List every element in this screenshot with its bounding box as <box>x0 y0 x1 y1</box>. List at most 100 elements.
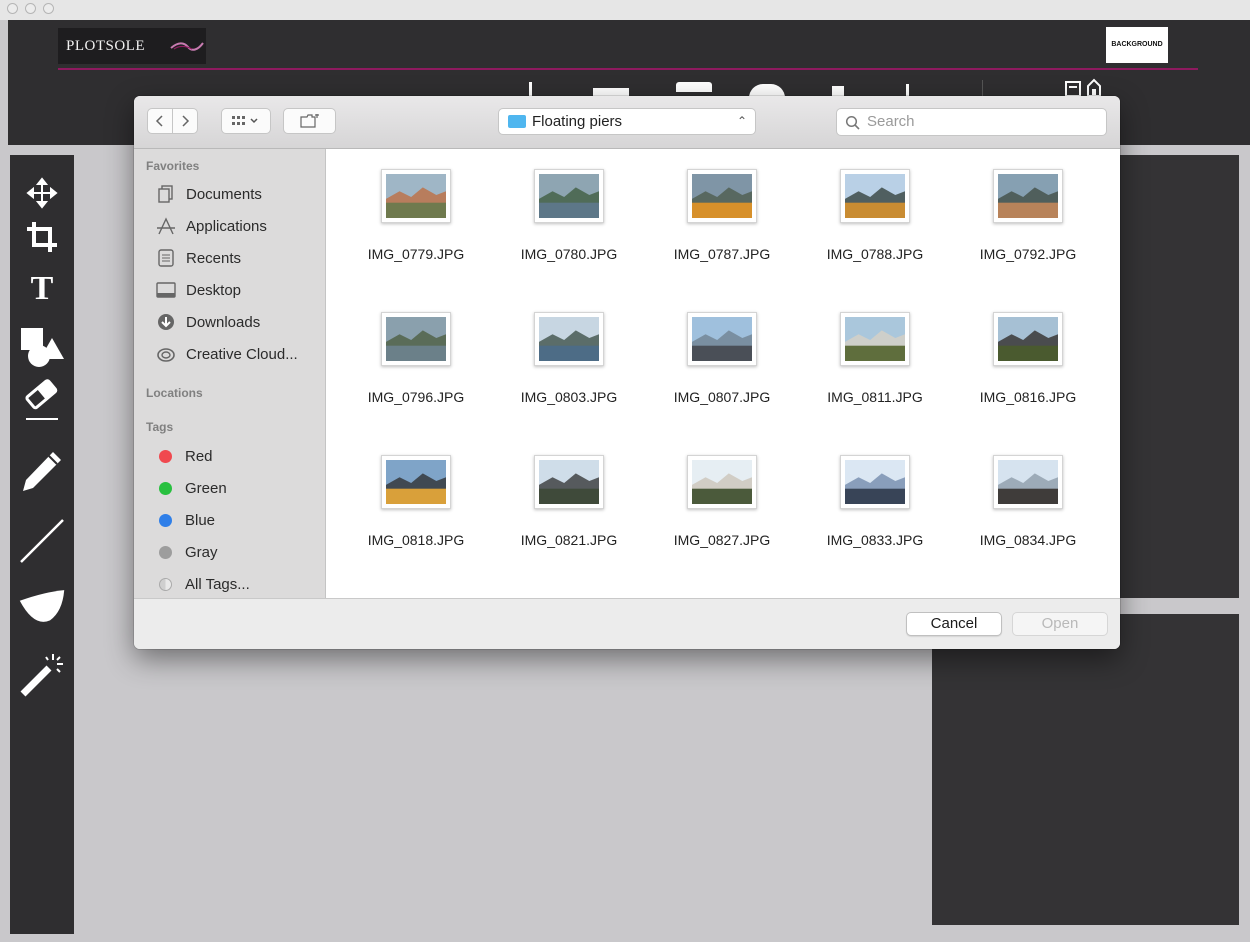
sidebar-item-label: Applications <box>186 217 267 235</box>
file-name: IMG_0827.JPG <box>673 532 771 548</box>
fill-tool[interactable] <box>18 587 66 627</box>
file-item[interactable]: IMG_0827.JPG <box>652 435 792 555</box>
text-tool[interactable]: T <box>18 267 66 307</box>
shape-up-icon[interactable] <box>832 86 844 96</box>
file-thumbnail <box>534 455 604 509</box>
desktop-icon <box>156 280 176 300</box>
dialog-toolbar: Floating piers ⌃ Search <box>134 96 1120 149</box>
move-tool[interactable] <box>18 173 66 213</box>
file-grid: IMG_0779.JPG IMG_0780.JPG IMG_0787.JPG IMG_… <box>326 149 1120 598</box>
photo-thumbnail-image <box>998 460 1058 504</box>
line-tool-icon[interactable] <box>906 84 909 96</box>
shapes-tool[interactable] <box>18 327 66 367</box>
file-item[interactable]: IMG_0807.JPG <box>652 292 792 412</box>
zoom-window-button[interactable] <box>43 3 54 14</box>
file-thumbnail <box>687 455 757 509</box>
eraser-icon <box>25 379 58 420</box>
back-button[interactable] <box>147 108 173 134</box>
up-down-chevron-icon: ⌃ <box>736 114 747 128</box>
sidebar-tag-red[interactable]: Red <box>156 443 213 469</box>
photo-thumbnail-image <box>386 317 446 361</box>
file-item[interactable]: IMG_0803.JPG <box>499 292 639 412</box>
file-item[interactable]: IMG_0834.JPG <box>958 435 1098 555</box>
print-icon[interactable] <box>676 82 712 92</box>
file-item[interactable]: IMG_0818.JPG <box>346 435 486 555</box>
sidebar-item-documents[interactable]: Documents <box>156 181 262 207</box>
sidebar-item-creative-cloud[interactable]: Creative Cloud... <box>156 341 298 367</box>
arrow-up-icon[interactable] <box>529 82 532 96</box>
crop-tool[interactable] <box>18 217 66 257</box>
cancel-button[interactable]: Cancel <box>906 612 1002 636</box>
downloads-icon <box>156 312 176 332</box>
file-item[interactable]: IMG_0796.JPG <box>346 292 486 412</box>
sidebar-tag-gray[interactable]: Gray <box>156 539 218 565</box>
file-thumbnail <box>687 312 757 366</box>
logo-text: PLOTSOLE <box>66 38 145 54</box>
photo-thumbnail-image <box>386 174 446 218</box>
file-item[interactable]: IMG_0821.JPG <box>499 435 639 555</box>
photo-thumbnail-image <box>845 460 905 504</box>
sidebar-item-applications[interactable]: Applications <box>156 213 267 239</box>
photo-thumbnail-image <box>998 174 1058 218</box>
location-popup[interactable]: Floating piers ⌃ <box>498 108 756 135</box>
file-item[interactable]: IMG_0787.JPG <box>652 149 792 269</box>
open-button[interactable]: Open <box>1012 612 1108 636</box>
file-name: IMG_0779.JPG <box>367 246 465 262</box>
open-file-dialog: Floating piers ⌃ Search Favorites Docume… <box>134 96 1120 649</box>
file-item[interactable]: IMG_0833.JPG <box>805 435 945 555</box>
applications-icon <box>156 216 176 236</box>
grid-view-icon <box>232 116 258 125</box>
file-thumbnail <box>381 312 451 366</box>
tag-label: Green <box>185 479 227 497</box>
file-item[interactable]: IMG_0816.JPG <box>958 292 1098 412</box>
sidebar-item-label: Documents <box>186 185 262 203</box>
file-name: IMG_0834.JPG <box>979 532 1077 548</box>
sidebar-item-label: Creative Cloud... <box>186 345 298 363</box>
sidebar-tag-all-tags[interactable]: All Tags... <box>156 571 250 597</box>
line-tool[interactable] <box>18 519 66 563</box>
file-thumbnail <box>381 169 451 223</box>
magic-wand-tool[interactable] <box>18 654 66 697</box>
file-thumbnail <box>534 312 604 366</box>
export-home-icon[interactable] <box>1064 78 1108 98</box>
file-thumbnail <box>840 312 910 366</box>
sidebar-tag-blue[interactable]: Blue <box>156 507 215 533</box>
file-name: IMG_0811.JPG <box>827 389 923 405</box>
sidebar-item-recents[interactable]: Recents <box>156 245 241 271</box>
pencil-icon <box>23 452 61 491</box>
file-item[interactable]: IMG_0788.JPG <box>805 149 945 269</box>
file-item[interactable]: IMG_0792.JPG <box>958 149 1098 269</box>
new-folder-button[interactable] <box>283 108 336 134</box>
file-thumbnail <box>687 169 757 223</box>
file-name: IMG_0787.JPG <box>673 246 771 262</box>
documents-icon <box>156 184 176 204</box>
tags-heading: Tags <box>146 420 174 434</box>
sidebar-item-desktop[interactable]: Desktop <box>156 277 241 303</box>
file-thumbnail <box>993 455 1063 509</box>
sidebar-item-downloads[interactable]: Downloads <box>156 309 260 335</box>
file-item[interactable]: IMG_0779.JPG <box>346 149 486 269</box>
file-name: IMG_0788.JPG <box>826 246 924 262</box>
minimize-window-button[interactable] <box>25 3 36 14</box>
file-thumbnail <box>993 312 1063 366</box>
forward-button[interactable] <box>172 108 198 134</box>
file-thumbnail <box>993 169 1063 223</box>
eraser-tool[interactable] <box>18 379 66 420</box>
sidebar-tag-green[interactable]: Green <box>156 475 227 501</box>
svg-text:T: T <box>31 271 54 303</box>
chevron-left-icon <box>155 115 163 127</box>
tag-color-dot-icon <box>159 513 172 527</box>
view-mode-button[interactable] <box>221 108 271 134</box>
file-name: IMG_0780.JPG <box>520 246 618 262</box>
file-item[interactable]: IMG_0780.JPG <box>499 149 639 269</box>
background-button[interactable]: BACKGROUND <box>1106 27 1168 63</box>
file-name: IMG_0803.JPG <box>520 389 618 405</box>
pencil-tool[interactable] <box>18 451 66 491</box>
align-icon[interactable] <box>593 88 629 96</box>
sidebar-item-label: Desktop <box>186 281 242 299</box>
app-logo: PLOTSOLE <box>58 28 206 64</box>
close-window-button[interactable] <box>7 3 18 14</box>
search-field[interactable]: Search <box>836 108 1107 136</box>
file-item[interactable]: IMG_0811.JPG <box>805 292 945 412</box>
photo-thumbnail-image <box>539 174 599 218</box>
